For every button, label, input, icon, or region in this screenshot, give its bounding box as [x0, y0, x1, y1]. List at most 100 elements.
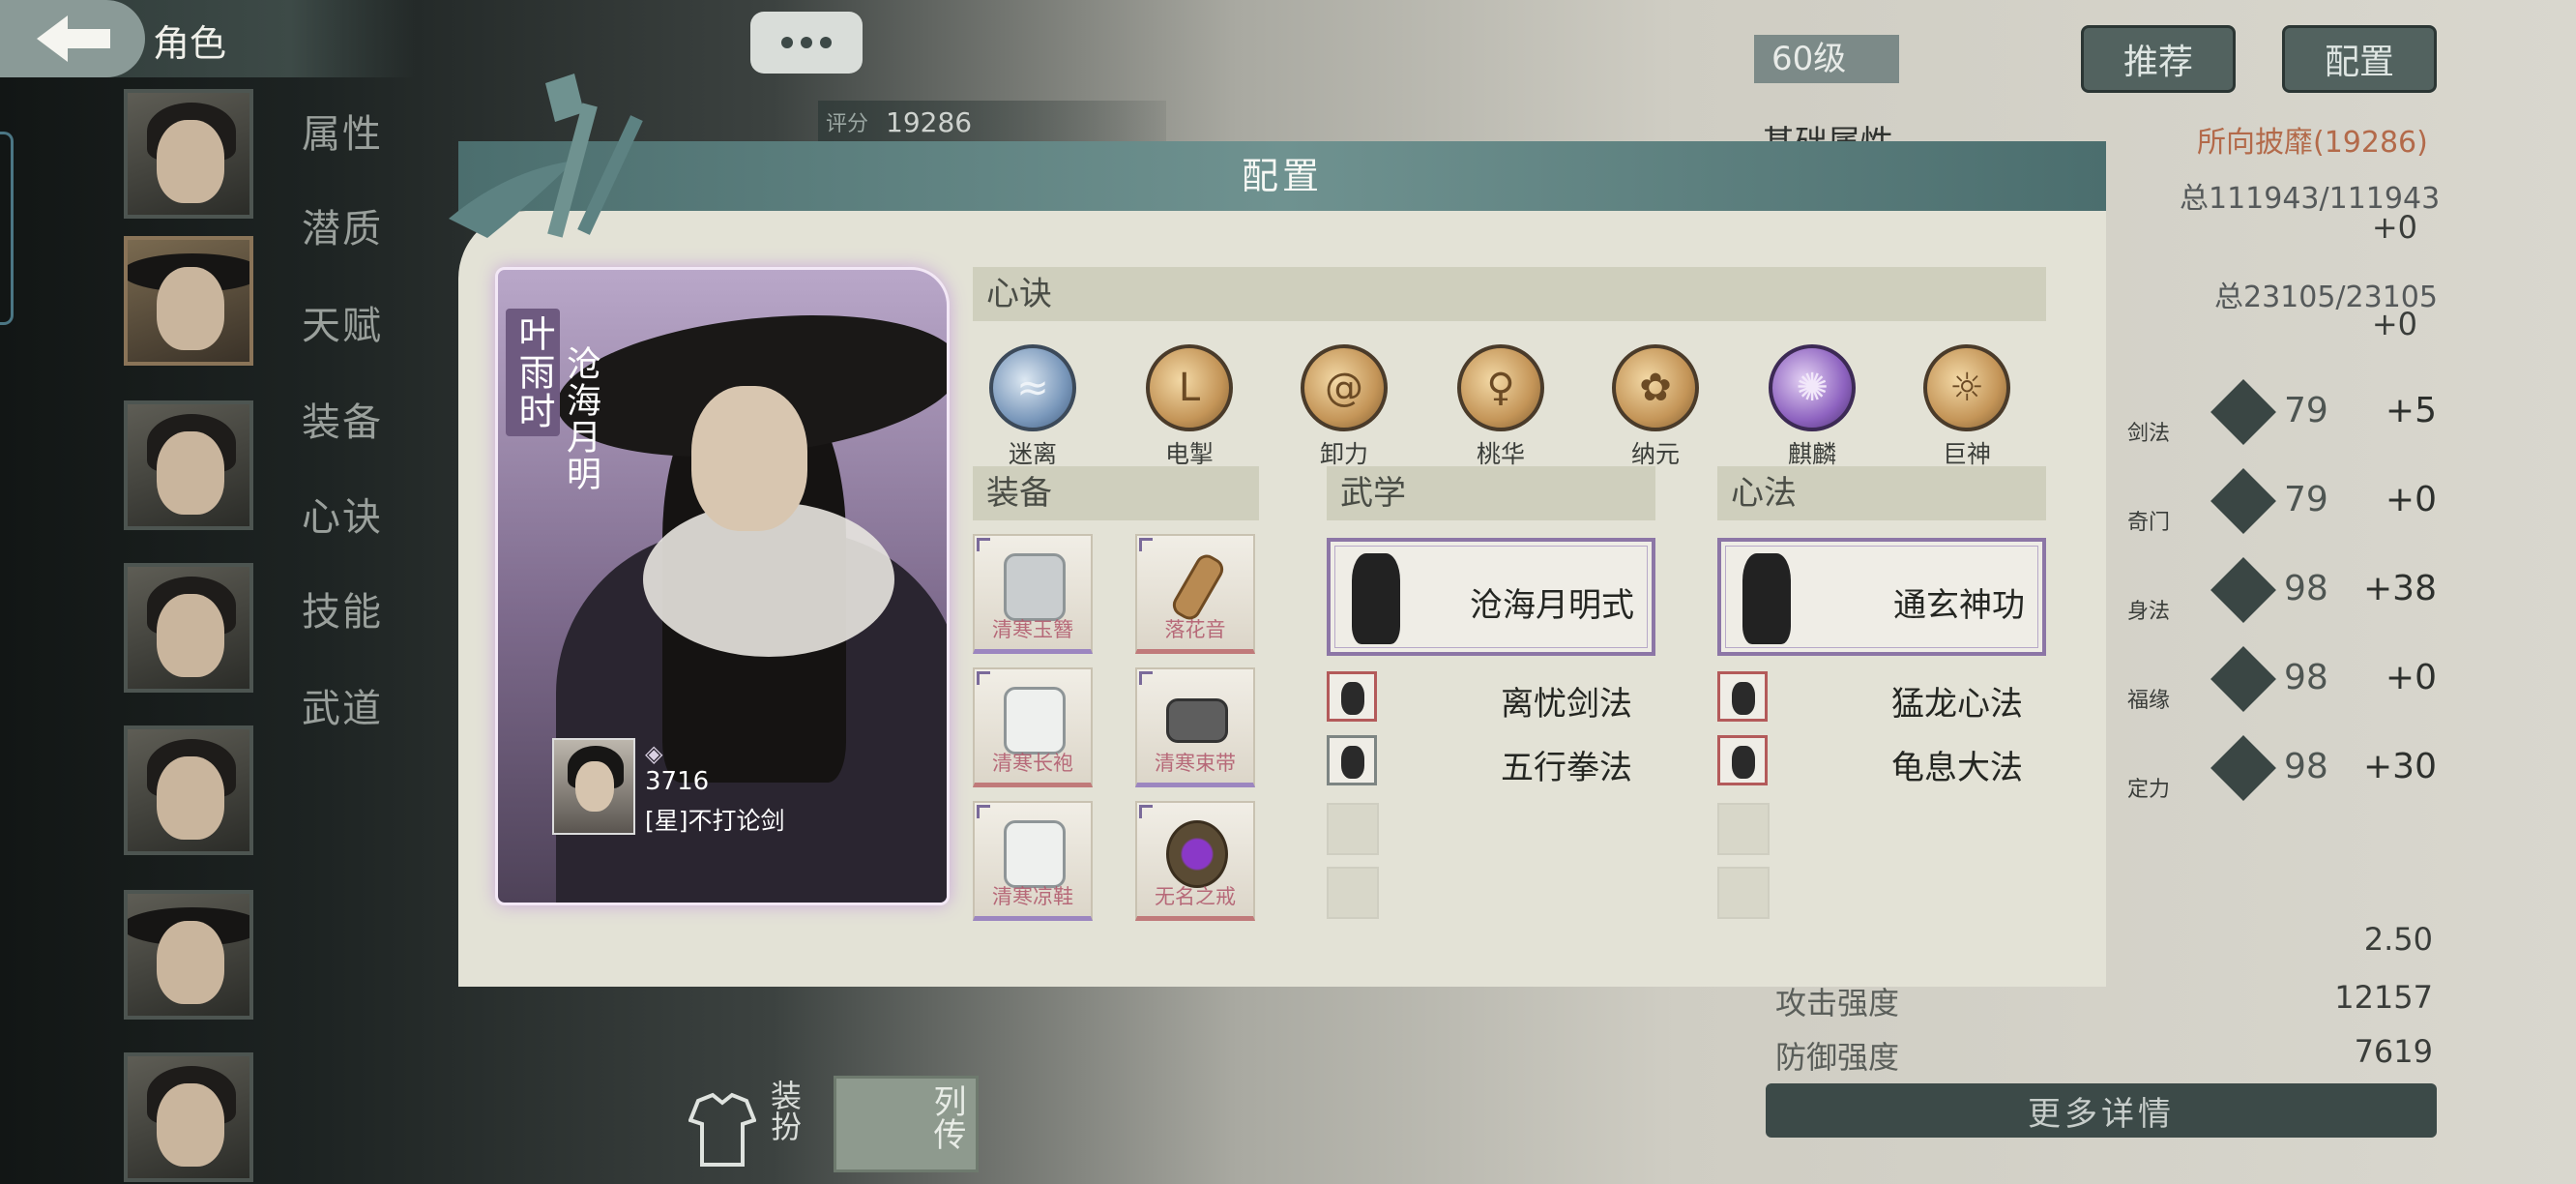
skill-name: 身法 [2127, 600, 2171, 624]
skill-bonus: +0 [2385, 480, 2437, 519]
equip-name: 清寒玉簪 [992, 618, 1073, 641]
recommend-button[interactable]: 推荐 [2081, 25, 2236, 93]
dress-label: 装扮 [766, 1080, 803, 1141]
score-bar: 评分 19286 [818, 101, 1166, 143]
equip-slot-weapon[interactable]: 落花音 [1135, 534, 1255, 654]
dot-icon [820, 37, 832, 48]
nav-item-equipment[interactable]: 装备 [302, 391, 383, 447]
equip-header: 装备 [973, 466, 1259, 520]
martial-sub-name: 离忧剑法 [1501, 685, 1632, 724]
xinjue-slot[interactable]: ≈ 迷离 [984, 344, 1081, 470]
equip-name: 无名之戒 [1155, 885, 1236, 908]
nav-item-wudao[interactable]: 武道 [302, 677, 383, 733]
belt-icon [1166, 698, 1228, 743]
xinjue-slot[interactable]: @ 卸力 [1296, 344, 1392, 470]
xinjue-label: 纳元 [1630, 440, 1680, 468]
character-avatar-selected[interactable] [124, 236, 253, 366]
neigong-sub-slot[interactable]: 龟息大法 [1717, 735, 2023, 787]
xinjue-slot[interactable]: ✿ 纳元 [1607, 344, 1704, 470]
empty-slot[interactable] [1327, 803, 1379, 855]
xinjue-label: 卸力 [1319, 440, 1368, 468]
neigong-sub-name: 龟息大法 [1891, 749, 2023, 787]
character-avatar[interactable] [124, 1052, 253, 1182]
equip-slot-belt[interactable]: 清寒束带 [1135, 667, 1255, 787]
grade-icon [2210, 646, 2276, 712]
dragon-icon [1732, 682, 1755, 715]
character-avatar[interactable] [124, 563, 253, 693]
modal-title: 配置 [1241, 155, 1323, 197]
xinjue-slot[interactable]: ♀ 桃华 [1452, 344, 1549, 470]
score-label: 评分 [826, 112, 869, 136]
nav-item-talent[interactable]: 天赋 [302, 294, 383, 350]
dot-icon [781, 37, 793, 48]
character-avatar[interactable] [124, 400, 253, 530]
character-card[interactable]: 叶雨时 沧海月明 ◈ 3716 [星]不打论剑 [495, 267, 950, 905]
config-button[interactable]: 配置 [2282, 25, 2437, 93]
equip-slot-robe[interactable]: 清寒长袍 [973, 667, 1093, 787]
character-title: 沧海月明 [561, 345, 600, 492]
equip-slot-head[interactable]: 清寒玉簪 [973, 534, 1093, 654]
more-details-button[interactable]: 更多详情 [1766, 1083, 2437, 1138]
xinjue-slot[interactable]: ☼ 巨神 [1918, 344, 2015, 470]
xinjue-slot[interactable]: ✺ 麒麟 [1764, 344, 1860, 470]
martial-main-name: 沧海月明式 [1470, 586, 1634, 625]
grade-icon [2210, 735, 2276, 801]
martial-sub-slot[interactable]: 离忧剑法 [1327, 671, 1632, 724]
side-indicator [0, 132, 14, 325]
robe-icon [688, 1092, 756, 1167]
skill-name: 奇门 [2127, 511, 2171, 535]
neigong-sub-slot[interactable]: 猛龙心法 [1717, 671, 2023, 724]
mp-bonus: +0 [2371, 306, 2417, 342]
robe-item-icon [1004, 687, 1066, 755]
ring-icon [1166, 820, 1228, 888]
page-title: 角色 [153, 22, 227, 65]
dot-icon [801, 37, 812, 48]
stat-row: 防御强度 7619 [1775, 1033, 2433, 1080]
hp-bonus: +0 [2371, 209, 2417, 246]
grade-icon [2210, 379, 2276, 445]
bolt-icon: L [1178, 366, 1201, 410]
card-score: 3716 [645, 767, 710, 796]
character-avatar[interactable] [124, 725, 253, 855]
dress-up-button[interactable]: 装扮 [688, 1076, 834, 1169]
nav-item-xinjue[interactable]: 心诀 [302, 486, 383, 542]
bio-label: 列传 [927, 1084, 966, 1150]
xinjue-label: 巨神 [1942, 440, 1991, 468]
character-name: 叶雨时 [506, 309, 560, 436]
skill-level: 79 [2284, 480, 2328, 519]
skill-row: 奇门 79 +0 [2127, 468, 2437, 536]
nav-item-attributes[interactable]: 属性 [302, 103, 383, 159]
xinjue-label: 桃华 [1476, 440, 1525, 468]
equip-name: 清寒束带 [1155, 752, 1236, 775]
neigong-sub-name: 猛龙心法 [1891, 685, 2023, 724]
martial-sub-slot[interactable]: 五行拳法 [1327, 735, 1632, 787]
grade-icon [2210, 557, 2276, 623]
martial-main-slot[interactable]: 沧海月明式 [1327, 538, 1655, 656]
figure-icon: ♀ [1486, 366, 1515, 410]
stat-value: 7619 [2354, 1033, 2433, 1070]
build-label: 所向披靡(19286) [2197, 126, 2428, 160]
skill-level: 98 [2284, 569, 2328, 608]
empty-slot[interactable] [1717, 867, 1770, 919]
game-screen: { "header": {"title": "角色"}, "nav": {"it… [0, 0, 2576, 1184]
martial-sub-name: 五行拳法 [1501, 749, 1632, 787]
nav-item-skills[interactable]: 技能 [302, 580, 383, 636]
stat-key: 防御强度 [1775, 1039, 1900, 1076]
equip-slot-ring[interactable]: 无名之戒 [1135, 801, 1255, 921]
skill-bonus: +38 [2363, 569, 2437, 608]
empty-slot[interactable] [1327, 867, 1379, 919]
skill-level: 98 [2284, 658, 2328, 697]
martial-figure-icon [1352, 553, 1400, 644]
back-button[interactable] [0, 0, 145, 77]
biography-button[interactable]: 列传 [834, 1076, 979, 1172]
nav-item-potential[interactable]: 潜质 [302, 197, 383, 253]
xinjue-slot[interactable]: L 电掣 [1141, 344, 1238, 470]
martial-header: 武学 [1327, 466, 1655, 520]
flower-icon: ✿ [1639, 366, 1672, 410]
character-avatar[interactable] [124, 89, 253, 219]
equip-slot-shoes[interactable]: 清寒凉鞋 [973, 801, 1093, 921]
neigong-main-slot[interactable]: 通玄神功 [1717, 538, 2046, 656]
chat-button[interactable] [750, 12, 863, 74]
empty-slot[interactable] [1717, 803, 1770, 855]
character-avatar[interactable] [124, 890, 253, 1020]
